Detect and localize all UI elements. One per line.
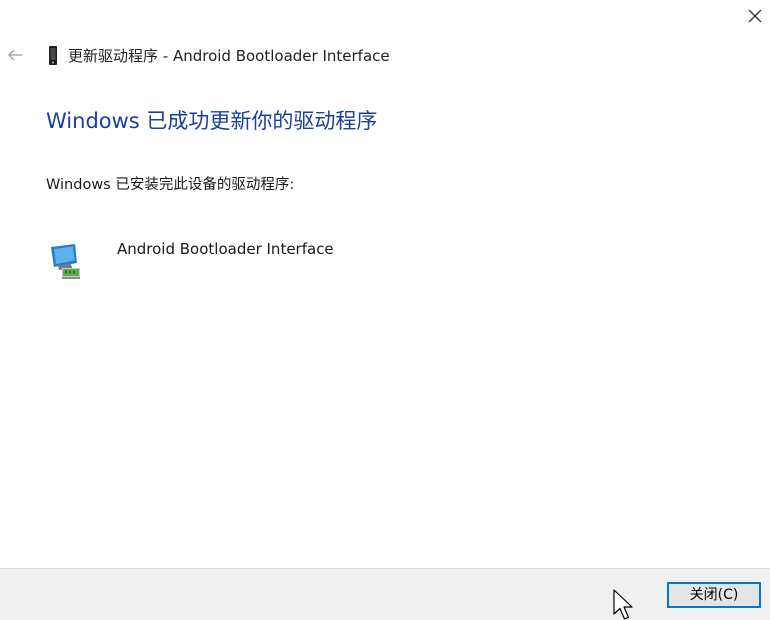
- success-heading: Windows 已成功更新你的驱动程序: [46, 109, 378, 133]
- window-title: 更新驱动程序 - Android Bootloader Interface: [68, 47, 390, 65]
- close-button[interactable]: 关闭(C): [667, 582, 761, 608]
- mouse-cursor-icon: [612, 589, 638, 620]
- install-message: Windows 已安装完此设备的驱动程序:: [46, 177, 295, 193]
- close-icon[interactable]: [741, 2, 769, 30]
- update-driver-dialog: 更新驱动程序 - Android Bootloader Interface Wi…: [0, 0, 770, 620]
- dialog-footer: [0, 568, 770, 620]
- device-name: Android Bootloader Interface: [117, 240, 334, 258]
- phone-device-icon: [46, 45, 60, 67]
- back-arrow-icon[interactable]: [4, 44, 26, 66]
- network-device-icon: [48, 239, 88, 281]
